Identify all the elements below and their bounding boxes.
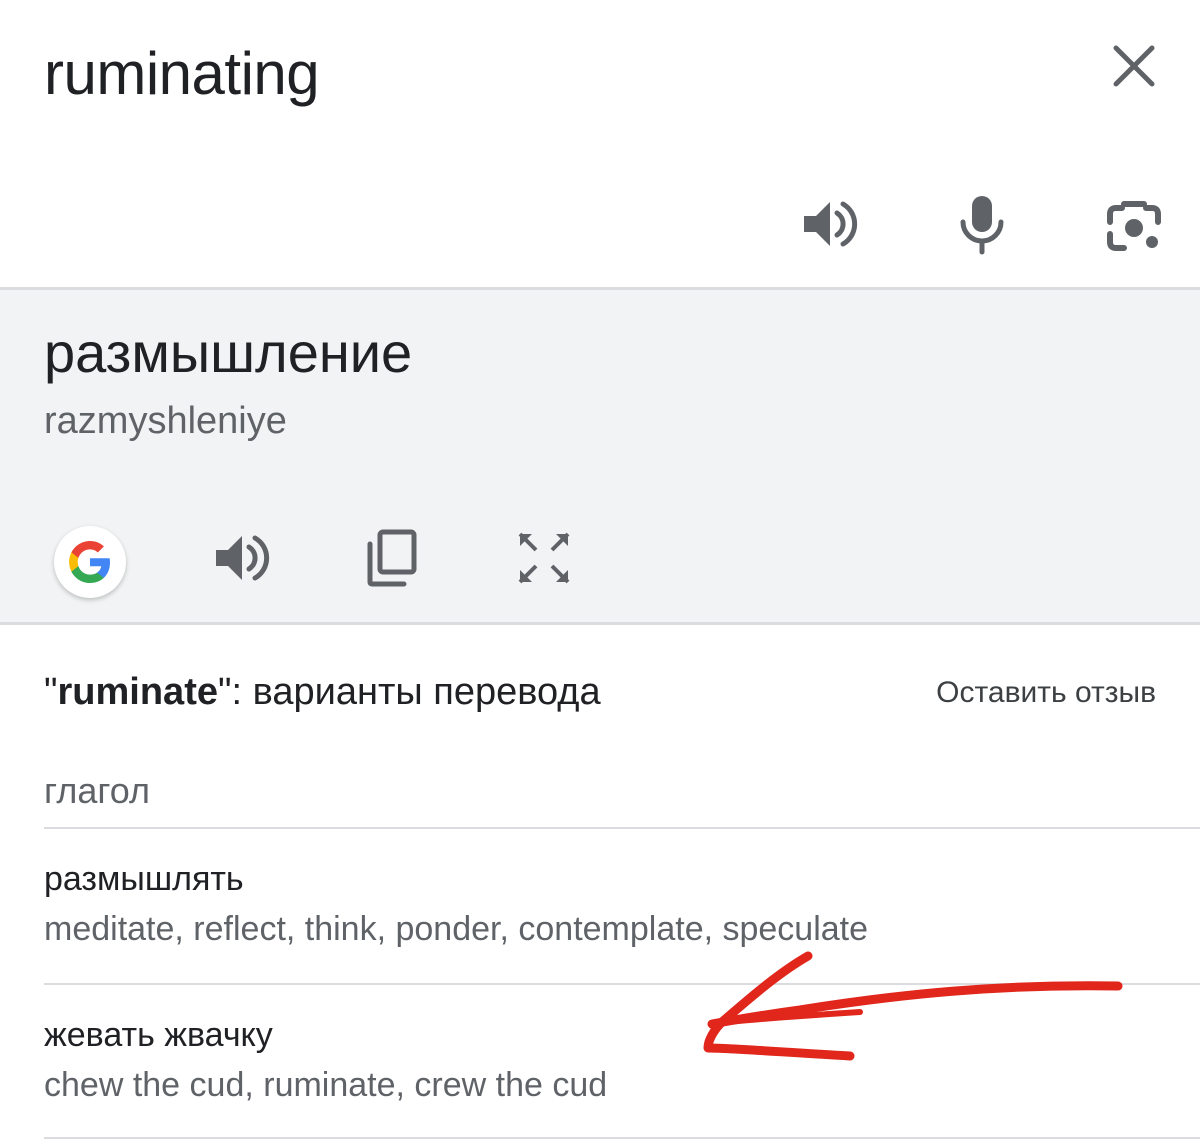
heading-rest: ": варианты перевода	[217, 671, 601, 713]
speaker-icon	[216, 535, 270, 581]
row-divider	[44, 1137, 1200, 1139]
translation-text: размышление	[44, 321, 413, 384]
heading-quote: "	[44, 671, 58, 713]
google-logo-icon	[69, 541, 110, 583]
transliteration-text: razmyshleniye	[44, 400, 287, 442]
part-of-speech-label: глагол	[44, 770, 150, 811]
list-item[interactable]: жевать жвачку chew the cud, ruminate, cr…	[44, 1013, 1154, 1107]
close-icon	[1113, 45, 1155, 87]
source-text-input[interactable]: ruminating	[44, 38, 320, 110]
alternative-word: жевать жвачку	[44, 1016, 273, 1054]
translation-result-panel: размышление razmyshleniye	[0, 290, 1200, 622]
row-divider	[44, 827, 1200, 829]
fullscreen-icon	[518, 532, 570, 584]
listen-source-button[interactable]	[796, 192, 860, 256]
list-item[interactable]: размышлять meditate, reflect, think, pon…	[44, 857, 1154, 951]
feedback-link[interactable]: Оставить отзыв	[936, 673, 1156, 713]
source-input-panel: ruminating	[0, 0, 1200, 288]
copy-icon	[367, 529, 417, 587]
alternative-synonyms: meditate, reflect, think, ponder, contem…	[44, 910, 869, 948]
listen-translation-button[interactable]	[208, 526, 272, 590]
heading-word: ruminate	[57, 671, 218, 713]
row-divider	[44, 983, 1200, 985]
clear-input-button[interactable]	[1108, 40, 1160, 92]
fullscreen-button[interactable]	[512, 526, 576, 590]
alternatives-heading: "ruminate": варианты перевода	[44, 669, 601, 715]
alternative-synonyms: chew the cud, ruminate, crew the cud	[44, 1066, 608, 1104]
voice-input-button[interactable]	[950, 192, 1014, 256]
camera-input-button[interactable]	[1102, 194, 1166, 258]
copy-button[interactable]	[360, 526, 424, 590]
camera-icon	[1107, 201, 1161, 251]
google-button[interactable]	[54, 526, 126, 598]
microphone-icon	[960, 196, 1004, 255]
alternative-word: размышлять	[44, 860, 244, 898]
alternative-translations-panel: "ruminate": варианты перевода Оставить о…	[0, 625, 1200, 1142]
speaker-icon	[804, 201, 858, 247]
